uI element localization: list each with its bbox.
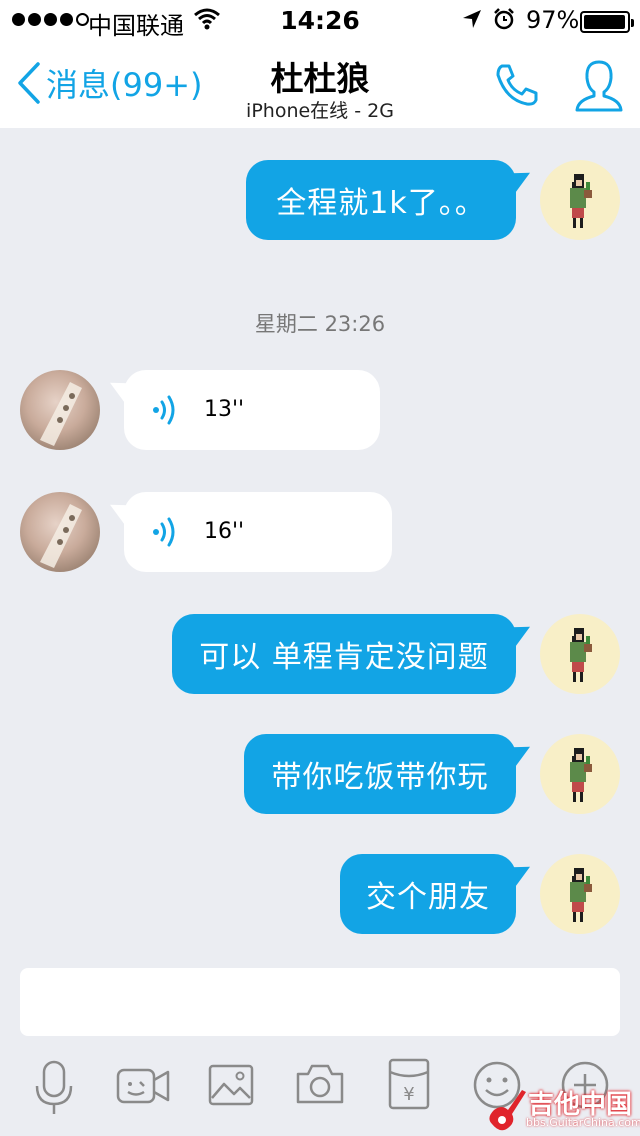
battery-icon — [580, 11, 634, 33]
profile-icon[interactable] — [574, 58, 624, 112]
sent-message-bubble[interactable]: 交个朋友 — [340, 854, 516, 934]
watermark-url: bbs.GuitarChina.com — [526, 1116, 640, 1129]
avatar-self[interactable] — [540, 734, 620, 814]
battery-percent: 97% — [526, 6, 580, 34]
avatar-self[interactable] — [540, 160, 620, 240]
mic-icon[interactable] — [34, 1060, 74, 1116]
red-packet-icon[interactable]: ¥ — [388, 1058, 430, 1110]
timestamp-divider: 星期二 23:26 — [254, 312, 386, 336]
voice-duration: 16'' — [204, 519, 245, 544]
battery-fill — [584, 15, 625, 29]
voice-message-bubble[interactable]: 16'' — [124, 492, 392, 572]
pixel-character-avatar — [570, 174, 592, 228]
voice-wave-icon — [153, 395, 175, 425]
guitar-headstock-avatar — [40, 382, 82, 446]
avatar-contact[interactable] — [20, 492, 100, 572]
location-arrow-icon — [463, 10, 481, 28]
pixel-character-avatar — [570, 868, 592, 922]
avatar-self[interactable] — [540, 614, 620, 694]
message-input[interactable] — [20, 968, 620, 1036]
pixel-character-avatar — [570, 628, 592, 682]
image-icon[interactable] — [208, 1064, 254, 1106]
avatar-self[interactable] — [540, 854, 620, 934]
online-status: iPhone在线 - 2G — [246, 100, 394, 122]
alarm-clock-icon — [494, 8, 514, 30]
camera-icon[interactable] — [294, 1062, 346, 1106]
top-bar: 中国联通 14:26 97% 消息(99+) 杜杜狼 iPhone在线 - 2G — [0, 0, 640, 128]
sent-message-bubble[interactable]: 带你吃饭带你玩 — [244, 734, 516, 814]
message-text: 交个朋友 — [366, 880, 490, 915]
voice-wave-icon — [153, 517, 175, 547]
message-text: 可以 单程肯定没问题 — [199, 640, 489, 675]
message-text: 全程就1k了。。 — [276, 186, 486, 221]
sent-message-bubble[interactable]: 可以 单程肯定没问题 — [172, 614, 516, 694]
guitar-logo-icon — [489, 1090, 526, 1131]
guitar-headstock-avatar — [40, 504, 82, 568]
avatar-contact[interactable] — [20, 370, 100, 450]
sent-message-bubble[interactable]: 全程就1k了。。 — [246, 160, 516, 240]
svg-text:¥: ¥ — [403, 1084, 414, 1105]
message-text: 带你吃饭带你玩 — [271, 760, 489, 795]
chat-title: 杜杜狼 — [270, 59, 370, 98]
status-bar: 中国联通 14:26 97% — [0, 0, 640, 40]
video-icon[interactable] — [116, 1064, 170, 1108]
voice-duration: 13'' — [204, 397, 245, 422]
voice-message-bubble[interactable]: 13'' — [124, 370, 380, 450]
site-watermark: 吉他中国 bbs.GuitarChina.com — [484, 1080, 640, 1136]
phone-call-icon[interactable] — [494, 62, 540, 108]
pixel-character-avatar — [570, 748, 592, 802]
